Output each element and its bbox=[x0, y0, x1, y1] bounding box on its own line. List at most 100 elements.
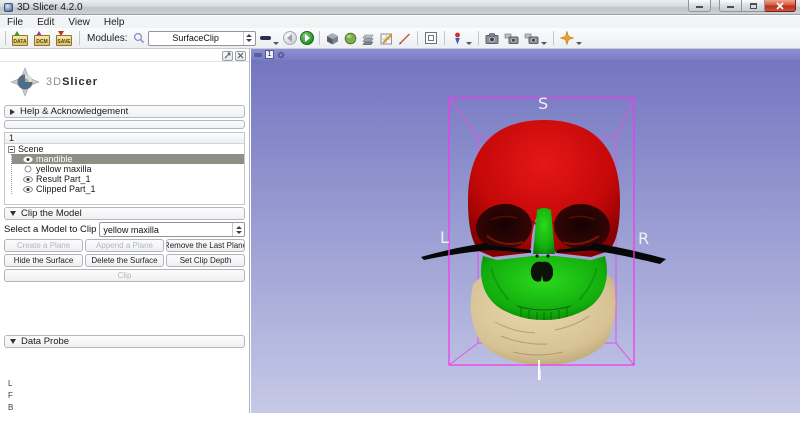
screenshot-button[interactable] bbox=[484, 29, 500, 47]
load-data-label: DATA bbox=[12, 39, 28, 45]
data-probe-slice-labels: L F B bbox=[8, 378, 249, 414]
scene-tree-header: 1 bbox=[5, 133, 244, 144]
slicer-logo-icon bbox=[10, 67, 40, 97]
scene-view-button[interactable] bbox=[503, 29, 520, 47]
toolbar-separator bbox=[478, 31, 479, 45]
orientation-left: L bbox=[440, 228, 449, 247]
volume-module-button[interactable] bbox=[325, 29, 340, 47]
scene-tree[interactable]: 1 Scene mandible yellow maxilla bbox=[4, 132, 245, 205]
visibility-eye-icon[interactable] bbox=[22, 185, 33, 193]
threed-view[interactable]: 1 bbox=[251, 49, 800, 413]
menu-help[interactable]: Help bbox=[97, 17, 132, 28]
collapse-expander-icon[interactable] bbox=[8, 146, 15, 153]
model-selected-value: yellow maxilla bbox=[100, 225, 232, 235]
titlebar[interactable]: 3D Slicer 4.2.0 bbox=[0, 0, 800, 15]
clip-buttons-grid: Create a Plane Append a Plane Remove the… bbox=[4, 239, 245, 267]
view-label: 1 bbox=[265, 50, 274, 59]
orientation-inferior: I bbox=[538, 368, 542, 384]
close-button[interactable] bbox=[765, 0, 796, 12]
layout-selector-button[interactable] bbox=[423, 29, 439, 47]
gear-icon[interactable] bbox=[277, 51, 285, 59]
chevron-down-icon bbox=[576, 42, 582, 45]
tree-node-yellow-maxilla[interactable]: yellow maxilla bbox=[12, 164, 244, 174]
select-model-label: Select a Model to Clip bbox=[4, 224, 96, 235]
append-plane-button[interactable]: Append a Plane bbox=[85, 239, 164, 252]
close-icon bbox=[776, 2, 784, 10]
chevron-down-icon bbox=[273, 42, 279, 45]
modules-menu-button[interactable] bbox=[259, 29, 280, 47]
dicom-button[interactable]: DCM bbox=[33, 29, 52, 47]
window-title: 3D Slicer 4.2.0 bbox=[17, 2, 83, 13]
toolbar-separator bbox=[553, 31, 554, 45]
delete-surface-button[interactable]: Delete the Surface bbox=[85, 254, 164, 267]
transforms-module-button[interactable] bbox=[361, 29, 376, 47]
menubar: File Edit View Help bbox=[0, 16, 800, 28]
module-forward-button[interactable] bbox=[300, 31, 314, 45]
model-select-combobox[interactable]: yellow maxilla bbox=[99, 222, 245, 237]
skull-3d-render[interactable]: S L R I bbox=[251, 60, 800, 413]
toolbar-separator bbox=[319, 31, 320, 45]
collapsed-triangle-icon bbox=[10, 109, 15, 115]
models-module-button[interactable] bbox=[343, 29, 358, 47]
hide-surface-button[interactable]: Hide the Surface bbox=[4, 254, 83, 267]
set-clip-depth-button[interactable]: Set Clip Depth bbox=[166, 254, 245, 267]
pushpin-icon[interactable] bbox=[254, 53, 262, 57]
close-panel-button[interactable] bbox=[235, 51, 246, 61]
annotations-module-button[interactable] bbox=[397, 29, 412, 47]
minimize-icon bbox=[696, 6, 703, 8]
visibility-eye-icon[interactable] bbox=[22, 175, 33, 183]
scene-camera-icon bbox=[504, 32, 519, 45]
bottom-strip bbox=[0, 413, 800, 426]
data-probe-title: Data Probe bbox=[21, 336, 69, 347]
extra-minimize-button[interactable] bbox=[688, 0, 711, 12]
mouse-mode-button[interactable] bbox=[450, 29, 473, 47]
undock-icon bbox=[224, 52, 231, 59]
view-controller-bar[interactable]: 1 bbox=[251, 49, 800, 60]
create-plane-button[interactable]: Create a Plane bbox=[4, 239, 83, 252]
save-label: SAVE bbox=[56, 39, 72, 45]
camera-icon bbox=[485, 32, 499, 45]
combobox-spinner-icon bbox=[232, 223, 244, 236]
menu-view[interactable]: View bbox=[61, 17, 97, 28]
module-search-icon[interactable] bbox=[133, 32, 145, 44]
editor-pencil-icon bbox=[380, 32, 393, 45]
arrow-right-icon bbox=[305, 34, 310, 42]
scene-view-menu-button[interactable] bbox=[523, 29, 548, 47]
editor-module-button[interactable] bbox=[379, 29, 394, 47]
help-acknowledgement-section[interactable]: Help & Acknowledgement bbox=[4, 105, 245, 118]
remove-last-plane-button[interactable]: Remove the Last Plane bbox=[166, 239, 245, 252]
sparkle-star-icon bbox=[560, 31, 574, 45]
menu-file[interactable]: File bbox=[0, 17, 30, 28]
data-probe-section[interactable]: Data Probe bbox=[4, 335, 245, 348]
clip-the-model-section[interactable]: Clip the Model bbox=[4, 207, 245, 220]
maximize-button[interactable] bbox=[742, 0, 765, 12]
tree-node-clipped-part-1[interactable]: Clipped Part_1 bbox=[12, 184, 244, 194]
save-button[interactable]: SAVE bbox=[55, 29, 74, 47]
expanded-triangle-icon bbox=[10, 339, 16, 344]
help-section-title: Help & Acknowledgement bbox=[20, 106, 128, 117]
module-selector-combobox[interactable]: SurfaceClip bbox=[148, 31, 256, 46]
load-data-button[interactable]: DATA bbox=[11, 29, 30, 47]
empty-collapsible-bar[interactable] bbox=[4, 120, 245, 129]
clip-button[interactable]: Clip bbox=[4, 269, 245, 282]
module-back-button[interactable] bbox=[283, 31, 297, 45]
tree-node-mandible[interactable]: mandible bbox=[12, 154, 244, 164]
arrow-left-icon bbox=[287, 34, 292, 42]
sphere-icon bbox=[344, 32, 357, 45]
chevron-down-icon bbox=[466, 42, 472, 45]
menu-edit[interactable]: Edit bbox=[30, 17, 61, 28]
node-label: mandible bbox=[36, 154, 73, 164]
chevron-down-icon bbox=[541, 42, 547, 45]
minimize-button[interactable] bbox=[719, 0, 742, 12]
node-label: yellow maxilla bbox=[36, 164, 92, 174]
visibility-off-icon[interactable] bbox=[22, 165, 33, 173]
maximize-icon bbox=[750, 3, 757, 9]
tree-node-scene[interactable]: Scene bbox=[5, 144, 244, 154]
module-panel-header bbox=[0, 49, 249, 62]
app-icon bbox=[4, 3, 13, 12]
tree-node-result-part-1[interactable]: Result Part_1 bbox=[12, 174, 244, 184]
undock-panel-button[interactable] bbox=[222, 51, 233, 61]
extensions-button[interactable] bbox=[559, 29, 583, 47]
visibility-eye-icon[interactable] bbox=[22, 155, 33, 163]
probe-label-f: F bbox=[8, 390, 249, 402]
